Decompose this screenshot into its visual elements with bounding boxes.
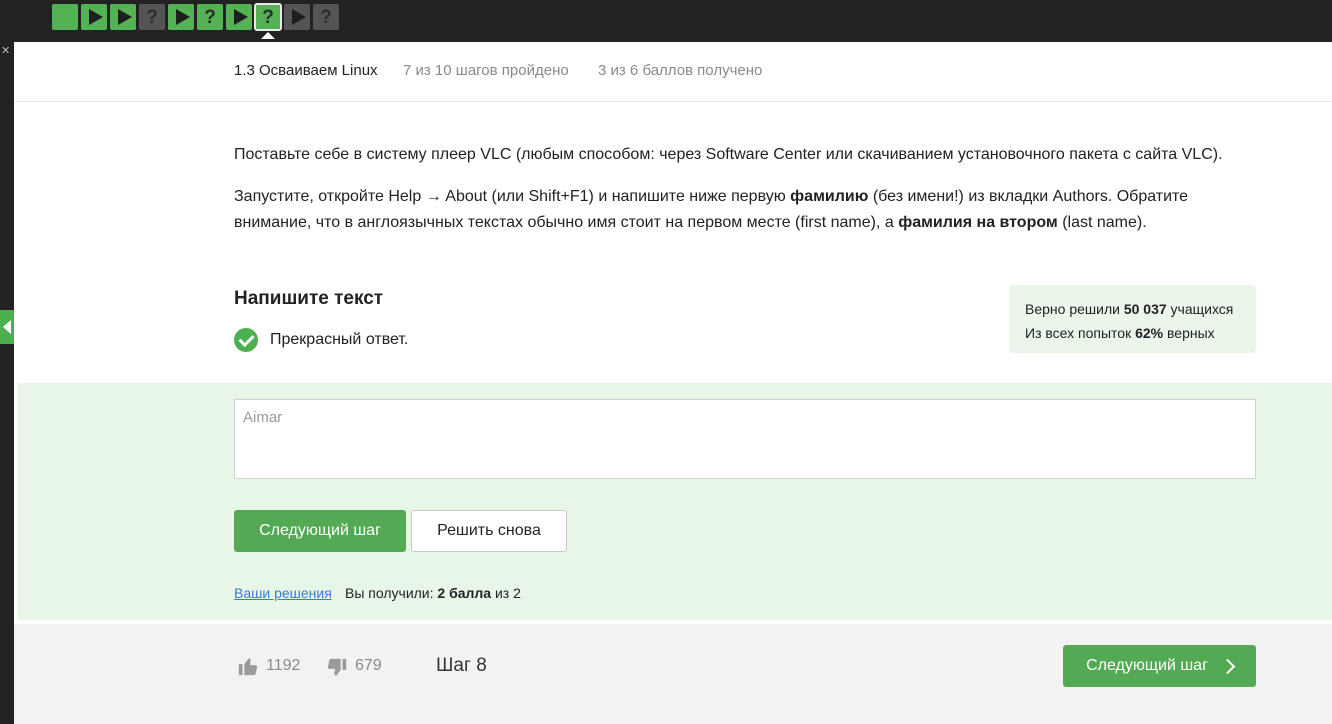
chevron-right-icon [1219, 658, 1236, 674]
stat-text: Из всех попыток [1025, 325, 1136, 341]
collapse-sidebar-toggle[interactable] [0, 310, 14, 344]
step-list: ? ? ? ? [52, 3, 339, 39]
step-6-question[interactable]: ? [197, 4, 223, 30]
question-icon: ? [262, 6, 274, 28]
step-4-question[interactable]: ? [139, 4, 165, 30]
question-icon: ? [320, 6, 332, 28]
instruction-paragraph-1: Поставьте себе в систему плеер VLC (любы… [234, 146, 1223, 163]
question-icon: ? [204, 6, 216, 28]
step-7-video[interactable] [226, 4, 252, 30]
points-progress: 3 из 6 баллов получено [598, 62, 763, 79]
thumbs-up-icon[interactable] [237, 655, 259, 677]
close-icon[interactable]: ✕ [1, 46, 10, 57]
footer-next-step-button[interactable]: Следующий шаг [1063, 645, 1256, 687]
feedback: Прекрасный ответ. [234, 328, 408, 352]
text-part: (last name). [1057, 214, 1147, 231]
steps-progress: 7 из 10 шагов пройдено [403, 62, 569, 79]
step-8-question-current[interactable]: ? [254, 3, 282, 39]
play-icon [291, 9, 306, 25]
play-icon [233, 9, 248, 25]
dislikes-count: 679 [355, 657, 382, 674]
step-1-theory[interactable] [52, 4, 78, 30]
result-text: из 2 [491, 585, 521, 601]
feedback-message: Прекрасный ответ. [270, 331, 409, 348]
retry-button[interactable]: Решить снова [411, 510, 567, 552]
play-icon [88, 9, 103, 25]
step-3-video[interactable] [110, 4, 136, 30]
stat-text: Верно решили [1025, 301, 1124, 317]
points-received: Вы получили: 2 балла из 2 [345, 585, 521, 601]
bold-text: фамилия на втором [898, 214, 1058, 231]
step-5-video[interactable] [168, 4, 194, 30]
step-2-video[interactable] [81, 4, 107, 30]
stat-text: верных [1163, 325, 1215, 341]
question-icon: ? [146, 6, 158, 28]
solved-stat: Верно решили 50 037 учащихся [1025, 297, 1240, 321]
stat-value: 62% [1135, 325, 1164, 341]
play-icon [117, 9, 132, 25]
result-points: 2 балла [437, 585, 492, 601]
task-title: Напишите текст [234, 288, 384, 309]
button-label: Следующий шаг [1086, 657, 1208, 674]
your-solutions-link[interactable]: Ваши решения [234, 585, 332, 601]
lesson-title[interactable]: 1.3 Осваиваем Linux [234, 62, 378, 79]
step-number: Шаг 8 [436, 655, 487, 676]
bold-text: фамилию [790, 188, 869, 205]
lesson-header: 1.3 Осваиваем Linux 7 из 10 шагов пройде… [14, 42, 1332, 102]
top-step-bar: ? ? ? ? [0, 0, 1332, 42]
attempts-stat: Из всех попыток 62% верных [1025, 321, 1240, 345]
answer-textarea[interactable]: Aimar [234, 399, 1256, 479]
play-icon [175, 9, 190, 25]
check-icon [234, 328, 258, 352]
left-sidebar: ✕ [0, 42, 14, 724]
text-part: Запустите, откройте Help → About (или Sh… [234, 188, 791, 205]
solve-stats: Верно решили 50 037 учащихся Из всех поп… [1009, 285, 1256, 353]
step-9-video[interactable] [284, 4, 310, 30]
step-10-question[interactable]: ? [313, 4, 339, 30]
result-text: Вы получили: [345, 585, 438, 601]
stat-value: 50 037 [1123, 301, 1167, 317]
likes-count: 1192 [266, 657, 301, 674]
stat-text: учащихся [1166, 301, 1234, 317]
thumbs-down-icon[interactable] [326, 657, 348, 679]
next-step-button[interactable]: Следующий шаг [234, 510, 406, 552]
instruction-paragraph-2: Запустите, откройте Help → About (или Sh… [234, 184, 1244, 236]
